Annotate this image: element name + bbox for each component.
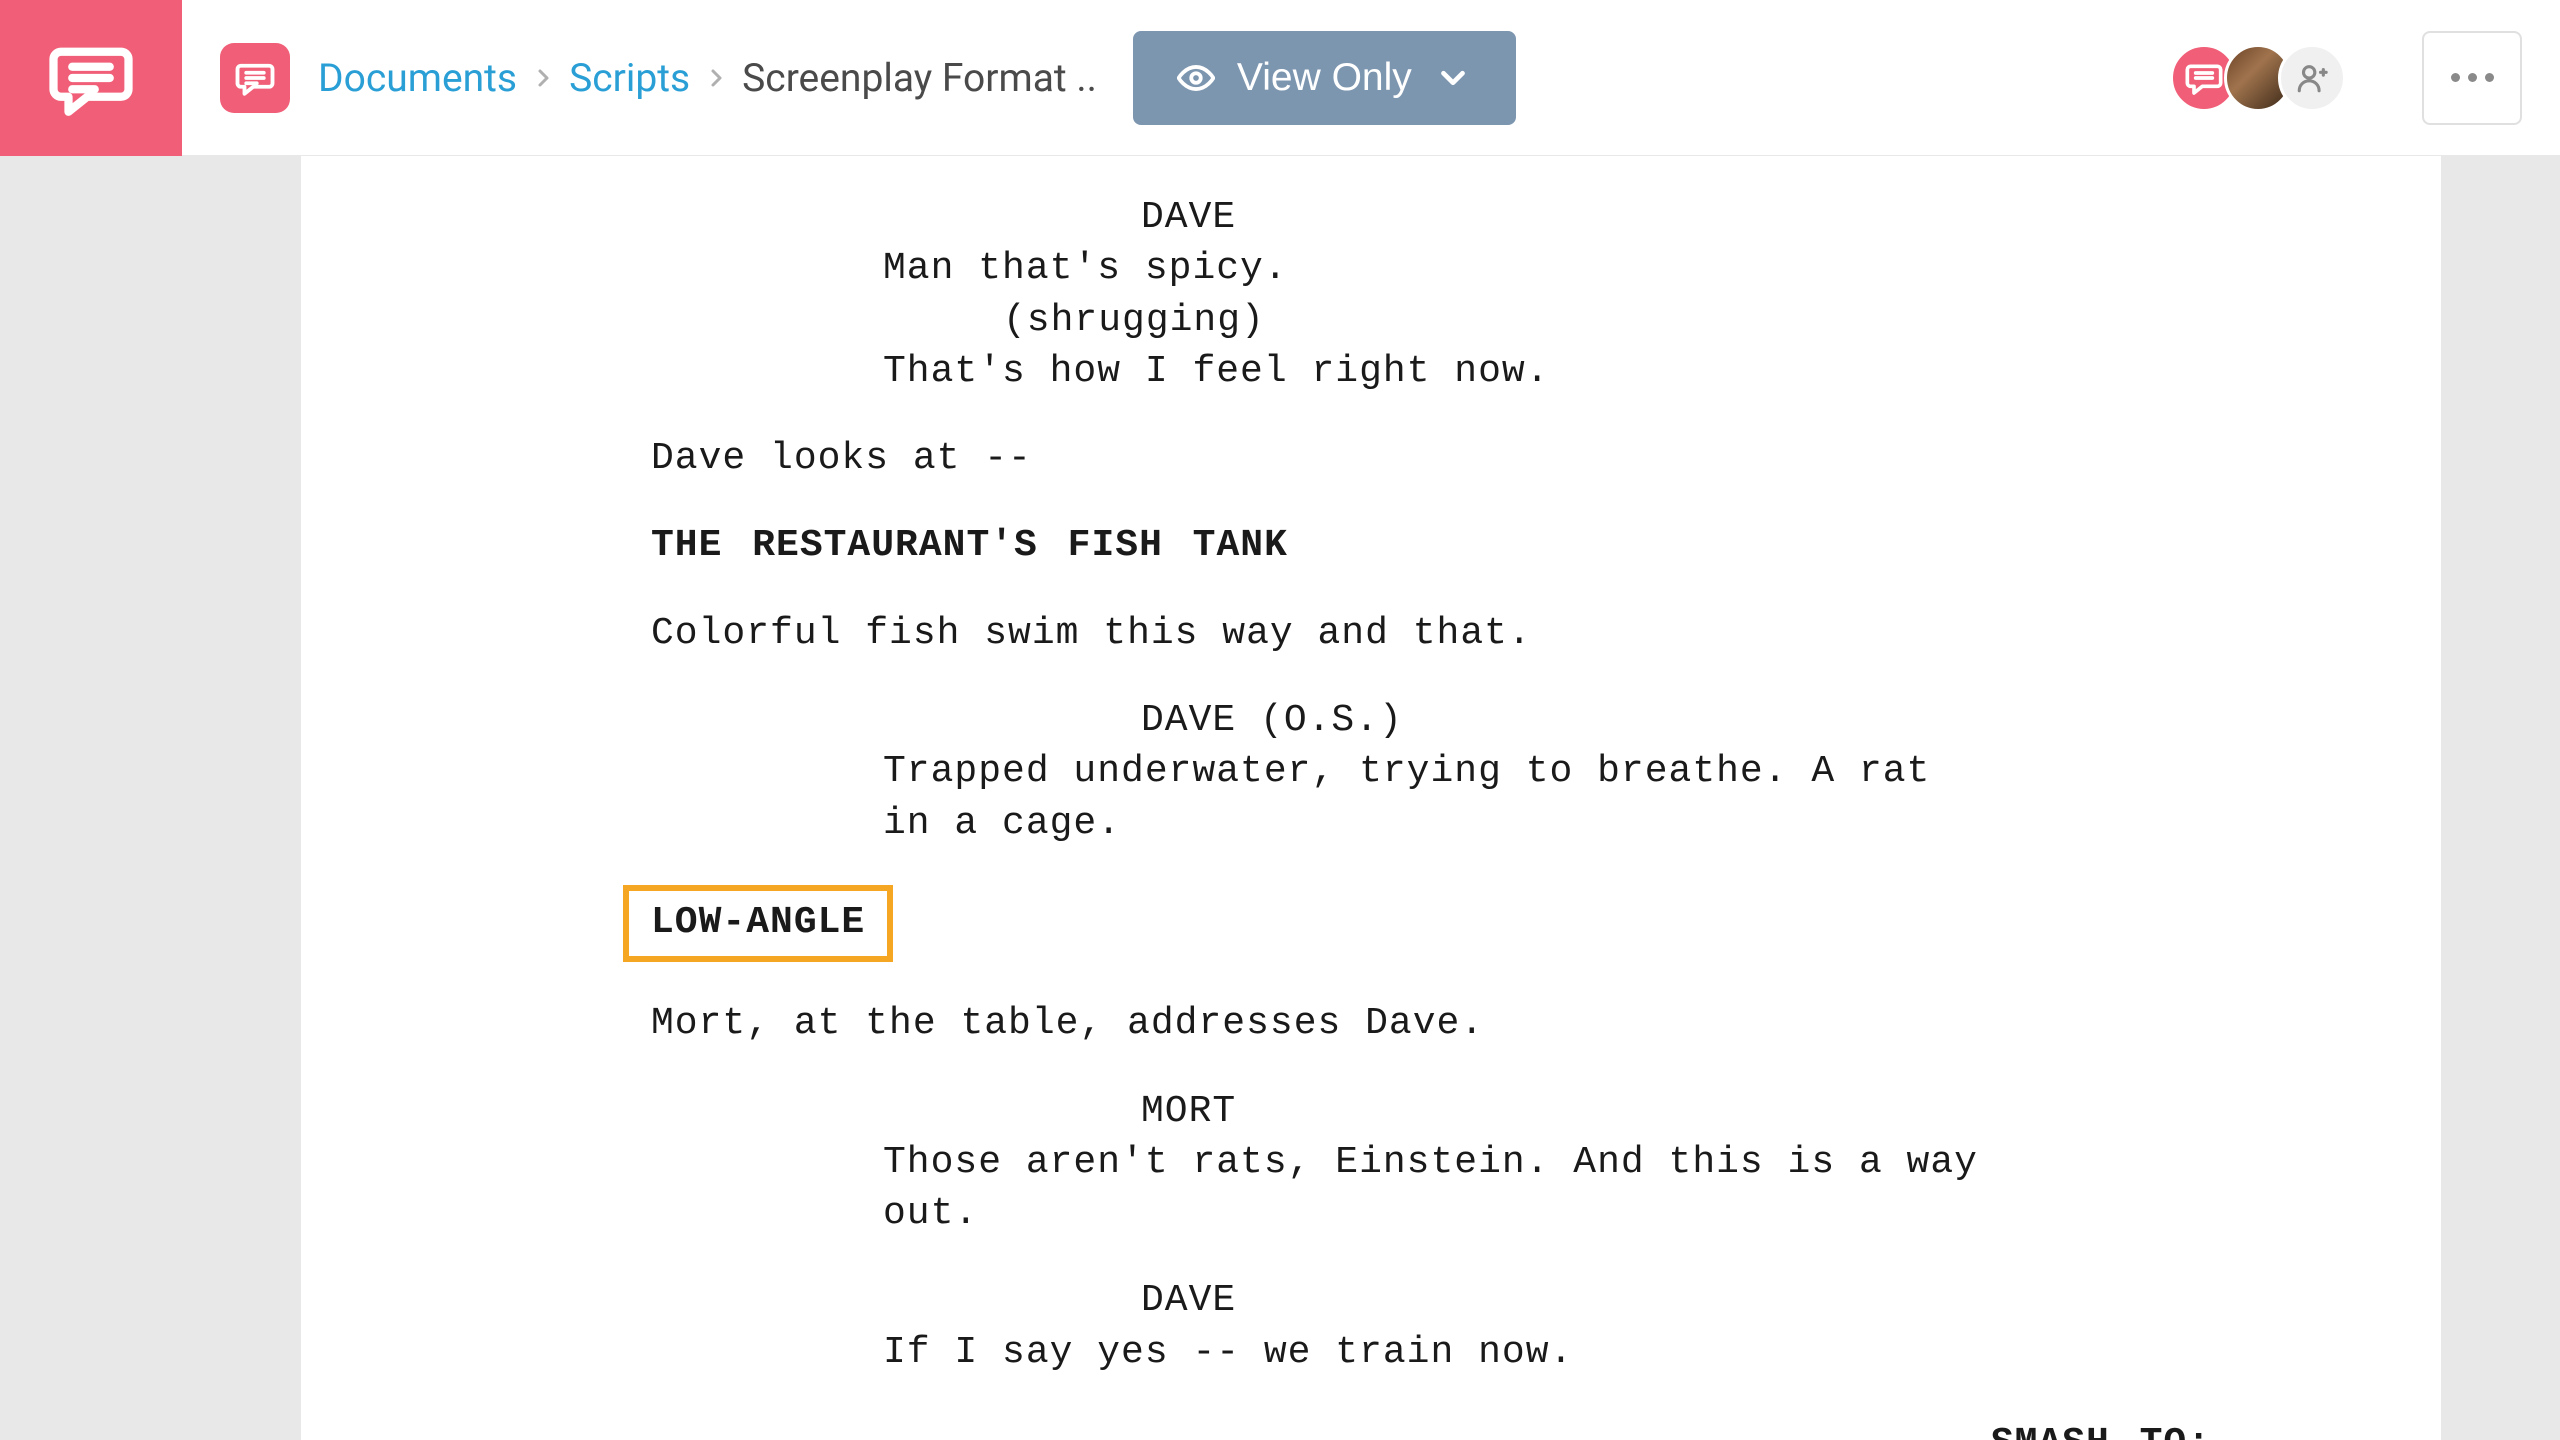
- dialogue-line: If I say yes -- we train now.: [651, 1327, 2251, 1378]
- app-icon-button[interactable]: [220, 43, 290, 113]
- chat-icon: [2184, 58, 2224, 98]
- document-area: DAVE Man that's spicy. (shrugging) That'…: [182, 156, 2560, 1440]
- highlighted-shot: LOW-ANGLE: [651, 849, 2251, 962]
- breadcrumb: Documents Scripts Screenplay Format ..: [318, 55, 1097, 101]
- character-cue: DAVE: [651, 186, 2251, 243]
- topbar: Documents Scripts Screenplay Format .. V…: [182, 0, 2560, 156]
- dialogue-line: Trapped underwater, trying to breathe. A…: [651, 746, 2251, 849]
- chevron-right-icon: [704, 66, 728, 90]
- parenthetical: (shrugging): [651, 295, 2251, 346]
- shot-heading-low-angle: LOW-ANGLE: [623, 885, 893, 962]
- more-menu-button[interactable]: [2422, 31, 2522, 125]
- character-cue: DAVE (O.S.): [651, 659, 2251, 746]
- view-mode-label: View Only: [1237, 56, 1412, 100]
- dot-icon: [2485, 73, 2494, 82]
- breadcrumb-current: Screenplay Format ..: [742, 55, 1097, 101]
- chat-icon: [234, 57, 276, 99]
- action-line: Dave looks at --: [651, 397, 2251, 484]
- dot-icon: [2451, 73, 2460, 82]
- breadcrumb-documents[interactable]: Documents: [318, 55, 517, 101]
- dot-icon: [2468, 73, 2477, 82]
- breadcrumb-scripts[interactable]: Scripts: [569, 55, 690, 101]
- chevron-right-icon: [531, 66, 555, 90]
- eye-icon: [1177, 59, 1215, 97]
- chevron-down-icon: [1434, 59, 1472, 97]
- dialogue-line: Those aren't rats, Einstein. And this is…: [651, 1137, 2251, 1240]
- character-cue: MORT: [651, 1050, 2251, 1137]
- chat-icon: [46, 33, 136, 123]
- action-line: Mort, at the table, addresses Dave.: [651, 962, 2251, 1049]
- shot-heading: THE RESTAURANT'S FISH TANK: [651, 484, 2251, 571]
- view-mode-button[interactable]: View Only: [1133, 31, 1516, 125]
- collaborators: [2184, 44, 2346, 112]
- transition: SMASH TO:: [651, 1378, 2251, 1440]
- add-collaborator-button[interactable]: [2278, 44, 2346, 112]
- app-logo[interactable]: [0, 0, 182, 156]
- dialogue-line: Man that's spicy.: [651, 243, 2251, 294]
- dialogue-line: That's how I feel right now.: [651, 346, 2251, 397]
- person-add-icon: [2295, 61, 2329, 95]
- action-line: Colorful fish swim this way and that.: [651, 572, 2251, 659]
- script-page: DAVE Man that's spicy. (shrugging) That'…: [301, 156, 2441, 1440]
- character-cue: DAVE: [651, 1239, 2251, 1326]
